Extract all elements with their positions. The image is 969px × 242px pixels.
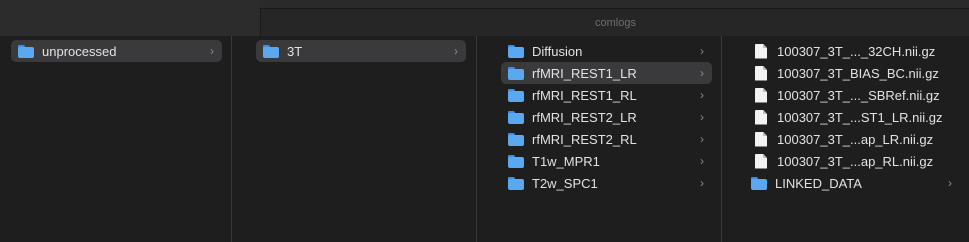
column-item-3t[interactable]: 3T › xyxy=(256,40,466,62)
folder-icon xyxy=(508,132,524,146)
item-label: T2w_SPC1 xyxy=(532,175,598,191)
folder-icon xyxy=(18,44,34,58)
file-item[interactable]: 100307_3T_..._32CH.nii.gz xyxy=(746,40,960,62)
file-item[interactable]: 100307_3T_...ap_RL.nii.gz xyxy=(746,150,960,172)
file-item[interactable]: 100307_3T_...ap_LR.nii.gz xyxy=(746,128,960,150)
column-item-t1w-mpr1[interactable]: T1w_MPR1 › xyxy=(501,150,712,172)
item-label: T1w_MPR1 xyxy=(532,153,600,169)
column-1[interactable]: unprocessed › xyxy=(0,36,232,242)
column-2[interactable]: 3T › xyxy=(232,36,477,242)
document-icon xyxy=(755,65,767,81)
document-icon xyxy=(755,87,767,103)
document-icon xyxy=(755,109,767,125)
folder-icon xyxy=(508,176,524,190)
tab-comlogs[interactable]: comlogs xyxy=(260,8,969,37)
item-label: 100307_3T_...ST1_LR.nii.gz xyxy=(777,109,943,125)
toolbar-left-area xyxy=(0,0,260,36)
folder-icon xyxy=(508,154,524,168)
chevron-right-icon: › xyxy=(948,176,952,190)
item-label: 100307_3T_...ap_RL.nii.gz xyxy=(777,153,934,169)
chevron-right-icon: › xyxy=(700,154,704,168)
item-label: 100307_3T_..._32CH.nii.gz xyxy=(777,43,936,59)
column-item-rfmri-rest2-rl[interactable]: rfMRI_REST2_RL › xyxy=(501,128,712,150)
column-browser: unprocessed › 3T › Diffusion › rfMRI_RES… xyxy=(0,36,969,242)
item-label: Diffusion xyxy=(532,43,583,59)
item-label: 100307_3T_...ap_LR.nii.gz xyxy=(777,131,934,147)
item-label: unprocessed xyxy=(42,43,117,59)
item-label: 100307_3T_BIAS_BC.nii.gz xyxy=(777,65,939,81)
file-item[interactable]: 100307_3T_BIAS_BC.nii.gz xyxy=(746,62,960,84)
item-label: 3T xyxy=(287,43,303,59)
chevron-right-icon: › xyxy=(700,88,704,102)
folder-icon xyxy=(508,88,524,102)
column-item-t2w-spc1[interactable]: T2w_SPC1 › xyxy=(501,172,712,194)
column-item-rfmri-rest1-rl[interactable]: rfMRI_REST1_RL › xyxy=(501,84,712,106)
item-label: rfMRI_REST1_LR xyxy=(532,65,637,81)
folder-icon xyxy=(751,176,767,190)
folder-icon xyxy=(508,44,524,58)
column-3[interactable]: Diffusion › rfMRI_REST1_LR › rfMRI_REST1… xyxy=(477,36,722,242)
file-item[interactable]: 100307_3T_..._SBRef.nii.gz xyxy=(746,84,960,106)
folder-icon xyxy=(263,44,279,58)
folder-icon xyxy=(508,66,524,80)
chevron-right-icon: › xyxy=(700,176,704,190)
item-label: 100307_3T_..._SBRef.nii.gz xyxy=(777,87,940,103)
document-icon xyxy=(755,131,767,147)
chevron-right-icon: › xyxy=(454,44,458,58)
chevron-right-icon: › xyxy=(210,44,214,58)
chevron-right-icon: › xyxy=(700,110,704,124)
item-label: rfMRI_REST1_RL xyxy=(532,87,637,103)
window-toolbar: comlogs xyxy=(0,0,969,37)
folder-icon xyxy=(508,110,524,124)
column-item-linked-data[interactable]: LINKED_DATA › xyxy=(746,172,960,194)
chevron-right-icon: › xyxy=(700,44,704,58)
item-label: LINKED_DATA xyxy=(775,175,862,191)
file-item[interactable]: 100307_3T_...ST1_LR.nii.gz xyxy=(746,106,960,128)
column-item-rfmri-rest1-lr[interactable]: rfMRI_REST1_LR › xyxy=(501,62,712,84)
document-icon xyxy=(755,43,767,59)
column-item-rfmri-rest2-lr[interactable]: rfMRI_REST2_LR › xyxy=(501,106,712,128)
chevron-right-icon: › xyxy=(700,66,704,80)
chevron-right-icon: › xyxy=(700,132,704,146)
item-label: rfMRI_REST2_RL xyxy=(532,131,637,147)
item-label: rfMRI_REST2_LR xyxy=(532,109,637,125)
column-item-unprocessed[interactable]: unprocessed › xyxy=(11,40,222,62)
column-4[interactable]: 100307_3T_..._32CH.nii.gz 100307_3T_BIAS… xyxy=(722,36,969,242)
column-item-diffusion[interactable]: Diffusion › xyxy=(501,40,712,62)
document-icon xyxy=(755,153,767,169)
